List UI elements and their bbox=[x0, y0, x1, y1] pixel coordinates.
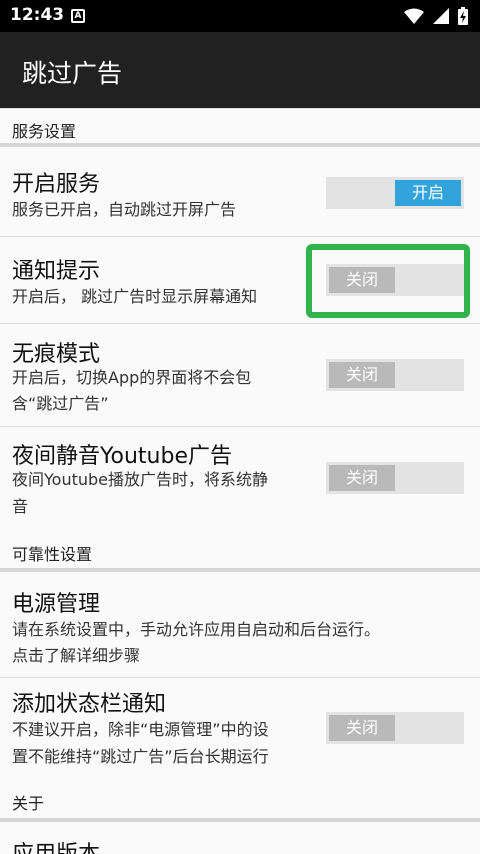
pref-title: 夜间静音Youtube广告 bbox=[12, 444, 232, 469]
cell-signal-icon bbox=[433, 8, 449, 24]
section-header-reliability: 可靠性设置 bbox=[12, 545, 93, 564]
incognito-toggle[interactable]: 关闭 bbox=[326, 359, 464, 391]
pref-summary-line2: 音 bbox=[12, 497, 29, 516]
divider bbox=[0, 143, 480, 147]
divider bbox=[0, 236, 480, 237]
pref-title: 电源管理 bbox=[12, 592, 101, 617]
pref-title: 添加状态栏通知 bbox=[12, 692, 167, 717]
battery-charging-icon bbox=[458, 7, 468, 25]
pref-summary-line1: 夜间Youtube播放广告时，将系统静 bbox=[12, 470, 268, 489]
statusbar-notify-toggle[interactable]: 关闭 bbox=[326, 712, 464, 744]
toggle-knob: 关闭 bbox=[329, 715, 395, 741]
status-bar: 12:43 A bbox=[0, 0, 480, 32]
divider bbox=[0, 818, 480, 822]
pref-summary-line1: 请在系统设置中，手动允许应用自启动和后台运行。 bbox=[12, 620, 381, 639]
pref-summary-line1: 开启后，切换App的界面将不会包 bbox=[12, 368, 252, 387]
toggle-knob: 开启 bbox=[395, 180, 461, 206]
notification-badge-icon: A bbox=[71, 9, 85, 23]
divider bbox=[0, 323, 480, 324]
app-title: 跳过广告 bbox=[22, 59, 123, 88]
divider bbox=[0, 677, 480, 678]
status-icons bbox=[404, 7, 468, 25]
section-header-service: 服务设置 bbox=[12, 122, 77, 141]
pref-summary-line2: 置不能维持“跳过广告”后台长期运行 bbox=[12, 747, 269, 766]
status-time: 12:43 bbox=[10, 5, 65, 25]
section-header-about: 关于 bbox=[12, 794, 45, 813]
divider bbox=[0, 108, 480, 109]
toggle-knob: 关闭 bbox=[329, 465, 395, 491]
divider bbox=[0, 426, 480, 427]
divider bbox=[0, 568, 480, 572]
pref-summary: 开启后， 跳过广告时显示屏幕通知 bbox=[12, 287, 258, 306]
app-bar: 跳过广告 bbox=[0, 32, 480, 108]
toggle-knob: 关闭 bbox=[329, 362, 395, 388]
enable-service-toggle[interactable]: 开启 bbox=[326, 177, 464, 209]
pref-title: 应用版本 bbox=[12, 836, 100, 854]
pref-summary-line2: 点击了解详细步骤 bbox=[12, 646, 141, 665]
pref-summary: 服务已开启，自动跳过开屏广告 bbox=[12, 200, 237, 219]
pref-summary-line2: 含“跳过广告” bbox=[12, 394, 109, 413]
pref-title: 通知提示 bbox=[12, 259, 101, 284]
wifi-icon bbox=[404, 8, 424, 24]
youtube-toggle[interactable]: 关闭 bbox=[326, 462, 464, 494]
highlight-box bbox=[306, 244, 470, 318]
settings-list[interactable]: 服务设置 开启服务 服务已开启，自动跳过开屏广告 开启 通知提示 开启后， 跳过… bbox=[0, 108, 480, 854]
pref-title: 开启服务 bbox=[12, 172, 101, 197]
pref-summary-line1: 不建议开启，除非“电源管理”中的设 bbox=[12, 720, 269, 739]
pref-title: 无痕模式 bbox=[12, 342, 101, 367]
